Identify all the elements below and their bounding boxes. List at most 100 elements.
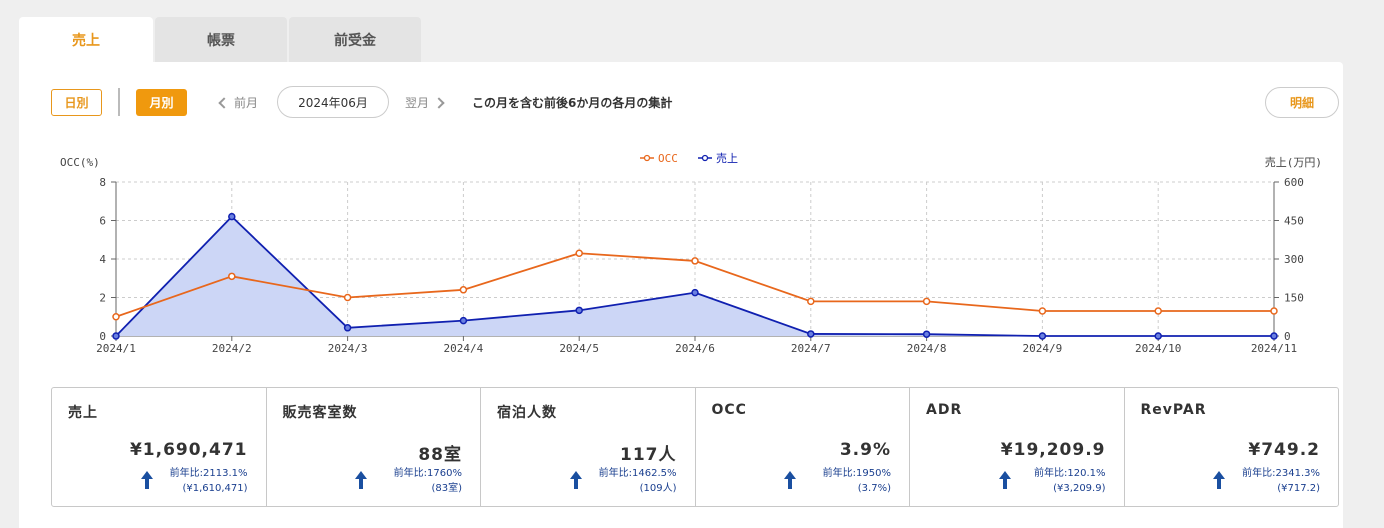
stat-card-occ: OCC 3.9% 前年比:1950% (3.7%)	[696, 388, 910, 506]
x-tick-label: 2024/5	[559, 342, 599, 355]
sales-point	[112, 332, 120, 340]
sales-point	[459, 316, 468, 325]
stat-value: ¥1,690,471	[129, 440, 248, 460]
x-tick-label: 2024/2	[212, 342, 252, 355]
occ-point	[1270, 307, 1278, 315]
stat-compare-prev: (3.7%)	[857, 483, 891, 494]
prev-month-label: 前月	[234, 96, 259, 110]
stat-card-sales: 売上 ¥1,690,471 前年比:2113.1% (¥1,610,471)	[52, 388, 267, 506]
x-tick-label: 2024/6	[675, 342, 715, 355]
y-tick-label-left: 4	[99, 253, 106, 266]
sales-point	[691, 288, 699, 297]
y-tick-label-left: 6	[99, 215, 106, 228]
tab-bar: 売上 帳票 前受金	[19, 17, 421, 63]
x-tick-label: 2024/10	[1135, 342, 1181, 355]
stat-compare: 前年比:1760% (83室)	[394, 466, 462, 496]
stat-value: ¥749.2	[1248, 440, 1320, 460]
stat-label: 売上	[68, 405, 98, 421]
x-tick-label: 2024/7	[791, 342, 831, 355]
y-tick-label-left: 8	[99, 176, 106, 189]
x-tick-label: 2024/11	[1251, 342, 1297, 355]
stat-compare-ratio: 前年比:1760%	[393, 468, 462, 479]
occ-point	[343, 293, 352, 302]
arrow-up-icon	[784, 471, 796, 489]
stat-value: 117人	[620, 445, 677, 465]
legend-occ-marker	[643, 154, 651, 162]
occ-point	[922, 297, 931, 306]
stat-label: 宿泊人数	[497, 405, 557, 421]
arrow-up-icon	[140, 471, 153, 489]
stat-compare: 前年比:120.1% (¥3,209.9)	[1034, 466, 1106, 496]
stat-value: ¥19,209.9	[1000, 440, 1106, 460]
legend-occ-label: OCC	[658, 152, 678, 165]
next-month-button[interactable]: 翌月	[405, 94, 446, 111]
next-month-label: 翌月	[405, 96, 430, 110]
tab-reports[interactable]: 帳票	[155, 17, 287, 63]
stat-compare: 前年比:2341.3% (¥717.2)	[1242, 466, 1320, 496]
sales-point	[807, 330, 815, 338]
stat-card-guests: 宿泊人数 117人 前年比:1462.5% (109人)	[481, 388, 696, 506]
tab-sales[interactable]: 売上	[19, 17, 153, 63]
y-tick-label-left: 2	[99, 292, 106, 305]
sales-point	[1038, 332, 1047, 340]
month-selector[interactable]: 2024年06月	[277, 86, 389, 118]
occ-sales-chart: 0 0 2 150 4 300 6 450 8 600 2024/1 2024/2 2024/3 2024…	[40, 146, 1340, 362]
daily-button[interactable]: 日別	[51, 89, 102, 116]
occ-point	[1038, 307, 1047, 315]
stat-compare-ratio: 前年比:1462.5%	[598, 468, 677, 479]
stat-value: 88室	[418, 445, 462, 465]
y-tick-label-right: 450	[1284, 215, 1304, 228]
arrow-up-icon	[355, 471, 367, 489]
stat-compare-prev: (109人)	[639, 483, 677, 494]
occ-point	[228, 272, 236, 281]
occ-point	[807, 297, 815, 306]
detail-button[interactable]: 明細	[1265, 87, 1339, 118]
stat-label: ADR	[926, 402, 963, 418]
sales-area	[116, 216, 1274, 336]
y-axis-label-left: OCC(%)	[60, 156, 100, 169]
prev-month-button[interactable]: 前月	[217, 94, 258, 111]
stat-compare-ratio: 前年比:2113.1%	[169, 468, 248, 479]
arrow-up-icon	[569, 471, 582, 489]
toolbar-divider	[118, 88, 120, 116]
arrow-up-icon	[1213, 471, 1225, 489]
stat-compare-prev: (83室)	[431, 483, 462, 494]
arrow-up-icon	[998, 471, 1011, 489]
stat-label: RevPAR	[1140, 402, 1207, 418]
x-tick-label: 2024/4	[444, 342, 484, 355]
sales-point	[1270, 332, 1278, 340]
x-tick-label: 2024/9	[1023, 342, 1063, 355]
occ-point	[691, 257, 699, 265]
stat-compare-ratio: 前年比:2341.3%	[1242, 468, 1320, 479]
chevron-left-icon	[218, 96, 230, 109]
stat-card-revpar: RevPAR ¥749.2 前年比:2341.3% (¥717.2)	[1125, 388, 1339, 506]
x-tick-label: 2024/3	[328, 342, 368, 355]
tab-advance-payments[interactable]: 前受金	[289, 17, 421, 63]
stat-compare-prev: (¥717.2)	[1277, 483, 1320, 494]
stats-summary: 売上 ¥1,690,471 前年比:2113.1% (¥1,610,471) 販売…	[51, 387, 1339, 507]
occ-point	[575, 249, 583, 257]
sales-point	[575, 306, 583, 315]
occ-point	[1154, 307, 1162, 315]
y-tick-label-right: 300	[1284, 253, 1304, 266]
stat-compare: 前年比:2113.1% (¥1,610,471)	[170, 466, 248, 496]
stat-card-adr: ADR ¥19,209.9 前年比:120.1% (¥3,209.9)	[910, 388, 1125, 506]
sales-point	[228, 212, 236, 221]
sales-point	[922, 330, 931, 338]
stat-compare: 前年比:1462.5% (109人)	[599, 466, 677, 496]
stat-label: 販売客室数	[282, 405, 358, 421]
stat-value: 3.9%	[839, 440, 891, 460]
sales-point	[343, 324, 352, 332]
x-tick-label: 2024/1	[96, 342, 136, 355]
y-axis-label-right: 売上(万円)	[1265, 156, 1322, 169]
chevron-right-icon	[433, 96, 445, 109]
stat-compare-ratio: 前年比:1950%	[822, 468, 891, 479]
y-tick-label-right: 600	[1284, 176, 1304, 189]
occ-point	[112, 313, 120, 321]
monthly-button[interactable]: 月別	[136, 89, 187, 116]
stat-compare: 前年比:1950% (3.7%)	[823, 466, 891, 496]
legend-sales-label: 売上	[716, 152, 738, 165]
sales-point	[1154, 332, 1162, 340]
period-toolbar: 日別 月別 前月 2024年06月 翌月 この月を含む前後6か月の各月の集計 明…	[51, 86, 1341, 118]
stat-label: OCC	[711, 402, 747, 418]
